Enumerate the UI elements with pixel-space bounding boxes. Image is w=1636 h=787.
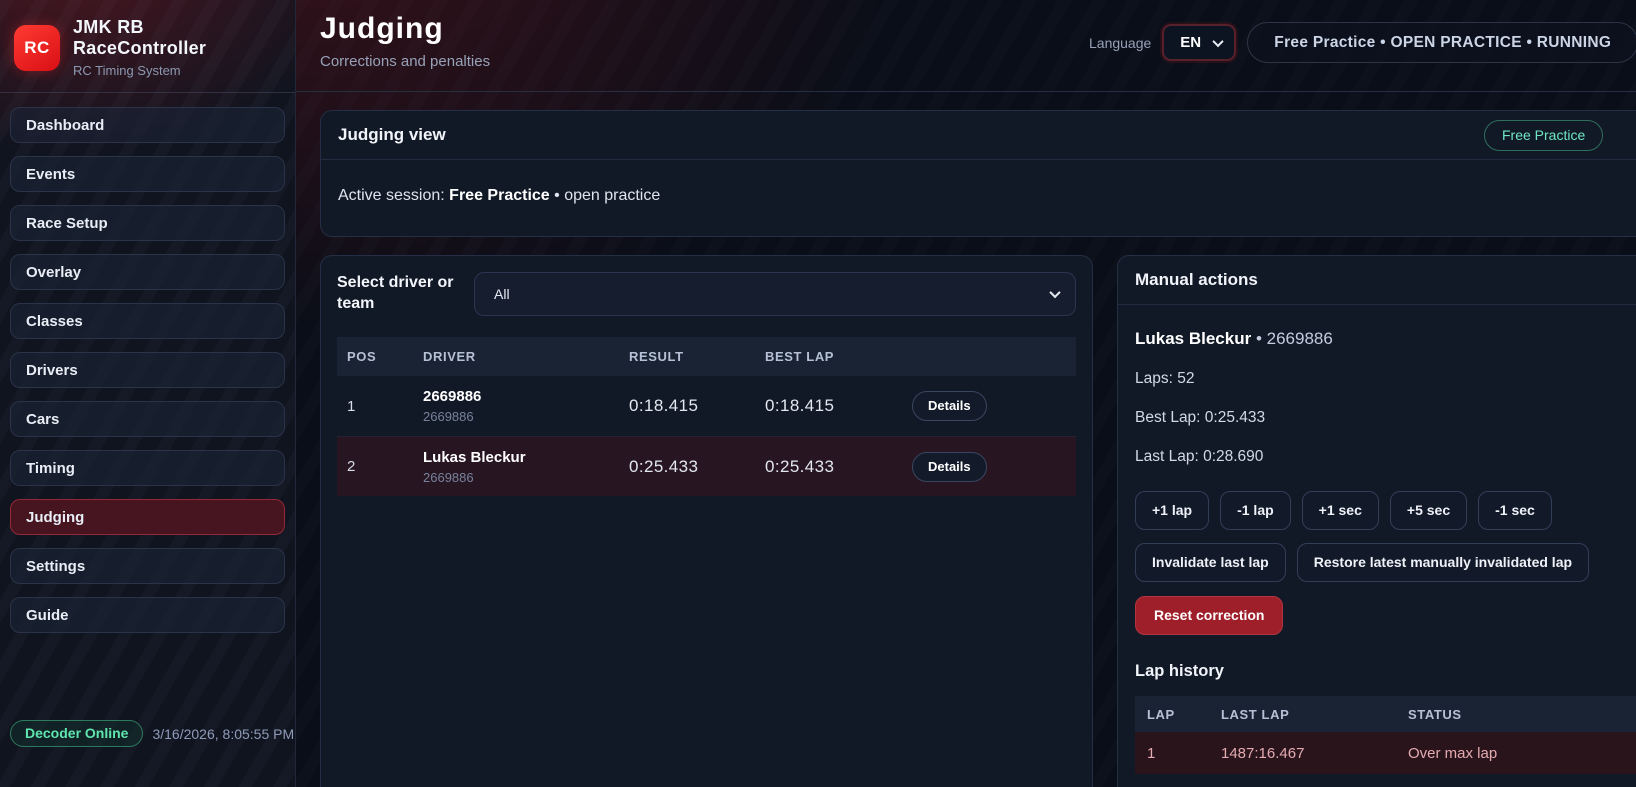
best-lap-time: 0:18.415: [765, 396, 912, 416]
judging-view-header: Judging view Free Practice: [321, 111, 1636, 160]
driver-filter-row: Select driver or team All: [337, 272, 1076, 316]
page-title: Judging: [320, 12, 444, 46]
driver-name: 2669886: [423, 388, 629, 405]
lap-history-table: LAP LAST LAP STATUS 1 1487:16.467 Over m…: [1135, 696, 1636, 774]
results-table-header: POS DRIVER RESULT BEST LAP: [337, 337, 1076, 376]
result-time: 0:25.433: [629, 457, 765, 477]
sidebar-item-timing[interactable]: Timing: [10, 450, 285, 486]
best-lap-stat: Best Lap: 0:25.433: [1135, 409, 1636, 427]
result-time: 0:18.415: [629, 396, 765, 416]
quick-correction-buttons: +1 lap -1 lap +1 sec +5 sec -1 sec: [1135, 491, 1636, 530]
sidebar-item-race-setup[interactable]: Race Setup: [10, 205, 285, 241]
laps-count: Laps: 52: [1135, 370, 1636, 388]
session-badge: Free Practice: [1484, 120, 1603, 151]
manual-actions-header: Manual actions: [1118, 256, 1636, 305]
driver-filter-select[interactable]: All: [474, 272, 1076, 316]
lap-history-row[interactable]: 1 1487:16.467 Over max lap: [1135, 732, 1636, 774]
table-row-selected[interactable]: 2 Lukas Bleckur 2669886 0:25.433 0:25.43…: [337, 436, 1076, 496]
last-lap-stat: Last Lap: 0:28.690: [1135, 448, 1636, 466]
header-controls: Language EN Free Practice • OPEN PRACTIC…: [1089, 22, 1636, 63]
sidebar: RC JMK RB RaceController RC Timing Syste…: [0, 0, 296, 787]
selected-driver-line: Lukas Bleckur • 2669886: [1135, 329, 1636, 349]
sidebar-item-judging[interactable]: Judging: [10, 499, 285, 535]
table-row[interactable]: 1 2669886 2669886 0:18.415 0:18.415 Deta…: [337, 376, 1076, 436]
driver-filter-label: Select driver or team: [337, 273, 459, 315]
details-button[interactable]: Details: [912, 452, 987, 482]
driver-transponder: 2669886: [423, 470, 629, 485]
app-subtitle: RC Timing System: [73, 63, 206, 78]
active-session-line: Active session: Free Practice • open pra…: [321, 160, 1636, 232]
sidebar-nav: Dashboard Events Race Setup Overlay Clas…: [0, 93, 295, 633]
driver-name: Lukas Bleckur: [423, 449, 629, 466]
chevron-down-icon: [1213, 35, 1224, 46]
lap-number: 1: [1135, 745, 1221, 762]
session-status-pill: Free Practice • OPEN PRACTICE • RUNNING: [1247, 22, 1636, 63]
sidebar-item-cars[interactable]: Cars: [10, 401, 285, 437]
sidebar-item-events[interactable]: Events: [10, 156, 285, 192]
minus-1-lap-button[interactable]: -1 lap: [1220, 491, 1291, 530]
reset-correction-button[interactable]: Reset correction: [1135, 596, 1283, 635]
app-logo-icon: RC: [14, 25, 60, 71]
page-subtitle: Corrections and penalties: [320, 53, 490, 70]
results-table: POS DRIVER RESULT BEST LAP 1 2669886 266…: [337, 337, 1076, 496]
lap-correction-buttons: Invalidate last lap Restore latest manua…: [1135, 543, 1636, 582]
app-title: JMK RB RaceController: [73, 17, 206, 59]
sidebar-item-guide[interactable]: Guide: [10, 597, 285, 633]
main-content: Judging Corrections and penalties Langua…: [296, 0, 1636, 787]
language-label: Language: [1089, 35, 1151, 51]
lap-history-title: Lap history: [1135, 662, 1636, 681]
plus-5-sec-button[interactable]: +5 sec: [1390, 491, 1467, 530]
driver-results-card: Select driver or team All POS DRIVER RES…: [320, 255, 1093, 787]
sidebar-item-drivers[interactable]: Drivers: [10, 352, 285, 388]
language-select[interactable]: EN: [1162, 24, 1236, 61]
driver-transponder: 2669886: [423, 409, 629, 424]
manual-actions-card: Manual actions Lukas Bleckur • 2669886 L…: [1117, 255, 1636, 787]
best-lap-time: 0:25.433: [765, 457, 912, 477]
plus-1-sec-button[interactable]: +1 sec: [1302, 491, 1379, 530]
sidebar-item-settings[interactable]: Settings: [10, 548, 285, 584]
app-brand: RC JMK RB RaceController RC Timing Syste…: [0, 0, 295, 93]
clock-timestamp: 3/16/2026, 8:05:55 PM: [152, 726, 294, 742]
page-header: Judging Corrections and penalties Langua…: [296, 0, 1636, 92]
sidebar-item-dashboard[interactable]: Dashboard: [10, 107, 285, 143]
sidebar-footer: Decoder Online 3/16/2026, 8:05:55 PM: [10, 720, 294, 747]
decoder-status-badge: Decoder Online: [10, 720, 143, 747]
invalidate-last-lap-button[interactable]: Invalidate last lap: [1135, 543, 1286, 582]
minus-1-sec-button[interactable]: -1 sec: [1478, 491, 1552, 530]
chevron-down-icon: [1049, 287, 1060, 298]
lap-time: 1487:16.467: [1221, 745, 1408, 762]
manual-actions-body: Lukas Bleckur • 2669886 Laps: 52 Best La…: [1118, 305, 1636, 787]
plus-1-lap-button[interactable]: +1 lap: [1135, 491, 1209, 530]
judging-view-card: Judging view Free Practice Active sessio…: [320, 110, 1636, 237]
details-button[interactable]: Details: [912, 391, 987, 421]
restore-invalidated-lap-button[interactable]: Restore latest manually invalidated lap: [1297, 543, 1589, 582]
lap-status: Over max lap: [1408, 745, 1636, 762]
lap-history-header: LAP LAST LAP STATUS: [1135, 696, 1636, 732]
sidebar-item-overlay[interactable]: Overlay: [10, 254, 285, 290]
sidebar-item-classes[interactable]: Classes: [10, 303, 285, 339]
